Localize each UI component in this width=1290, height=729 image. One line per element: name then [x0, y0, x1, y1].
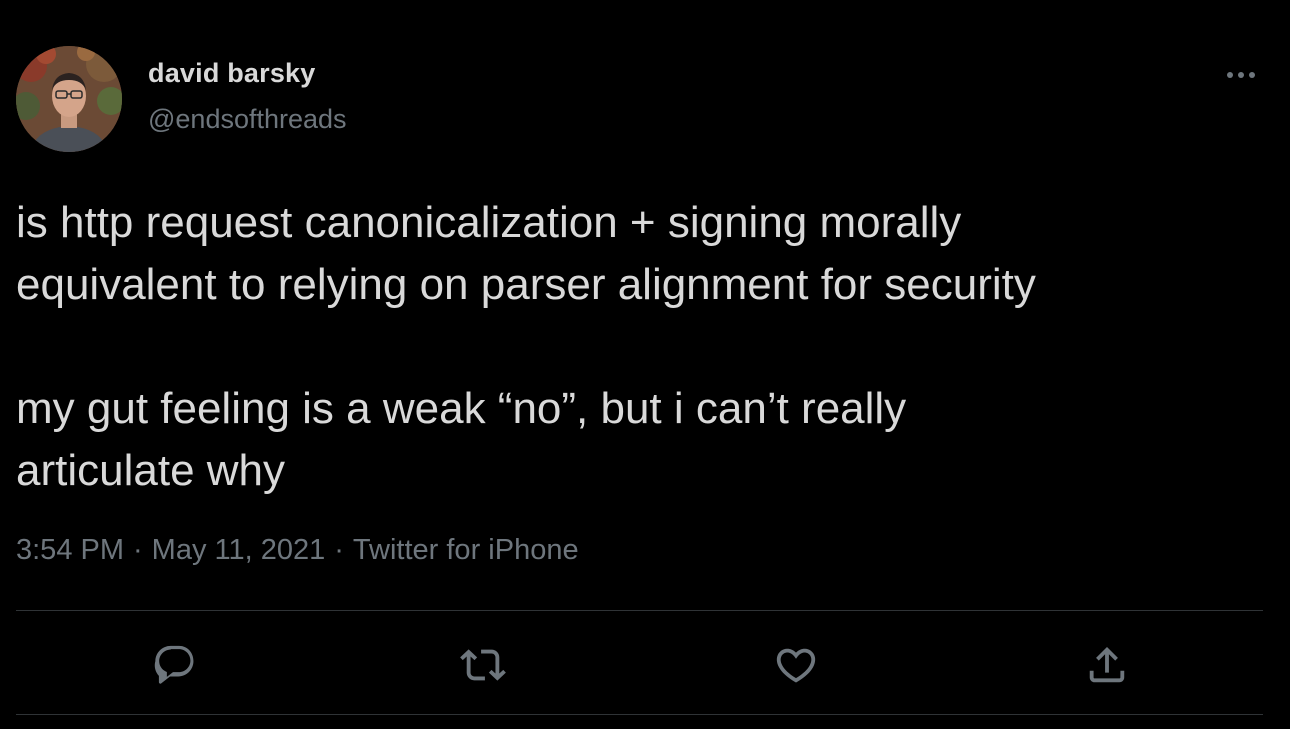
tweet-date[interactable]: May 11, 2021	[152, 534, 326, 566]
like-button[interactable]	[771, 640, 821, 690]
divider	[16, 714, 1263, 715]
tweet-source[interactable]: Twitter for iPhone	[353, 534, 579, 566]
tweet-meta: 3:54 PM · May 11, 2021 · Twitter for iPhone	[16, 534, 579, 567]
tweet-text-line: my gut feeling is a weak “no”, but i can…	[16, 384, 907, 433]
avatar-image	[16, 46, 122, 152]
more-horizontal-icon	[1227, 72, 1233, 78]
reply-icon	[154, 645, 194, 684]
more-horizontal-icon-dot	[1238, 72, 1244, 78]
meta-separator: ·	[133, 534, 143, 566]
tweet-text-line: articulate why	[16, 446, 286, 495]
author-handle[interactable]: @endsofthreads	[148, 104, 347, 135]
divider	[16, 610, 1263, 611]
heart-icon	[776, 648, 816, 683]
tweet-card: david barsky @endsofthreads is http requ…	[0, 0, 1290, 729]
retweet-icon	[460, 649, 506, 681]
share-icon	[1089, 646, 1125, 683]
avatar[interactable]	[16, 46, 122, 152]
tweet-text-line: is http request canonicalization + signi…	[16, 198, 962, 247]
share-button[interactable]	[1082, 640, 1132, 690]
tweet-text-line: equivalent to relying on parser alignmen…	[16, 260, 1036, 309]
meta-separator: ·	[334, 534, 344, 566]
retweet-button[interactable]	[458, 640, 508, 690]
tweet-text: is http request canonicalization + signi…	[16, 192, 1256, 502]
more-horizontal-icon-dot	[1249, 72, 1255, 78]
author-name[interactable]: david barsky	[148, 58, 316, 89]
reply-button[interactable]	[150, 640, 200, 690]
more-button[interactable]	[1218, 60, 1264, 90]
tweet-time[interactable]: 3:54 PM	[16, 534, 124, 566]
